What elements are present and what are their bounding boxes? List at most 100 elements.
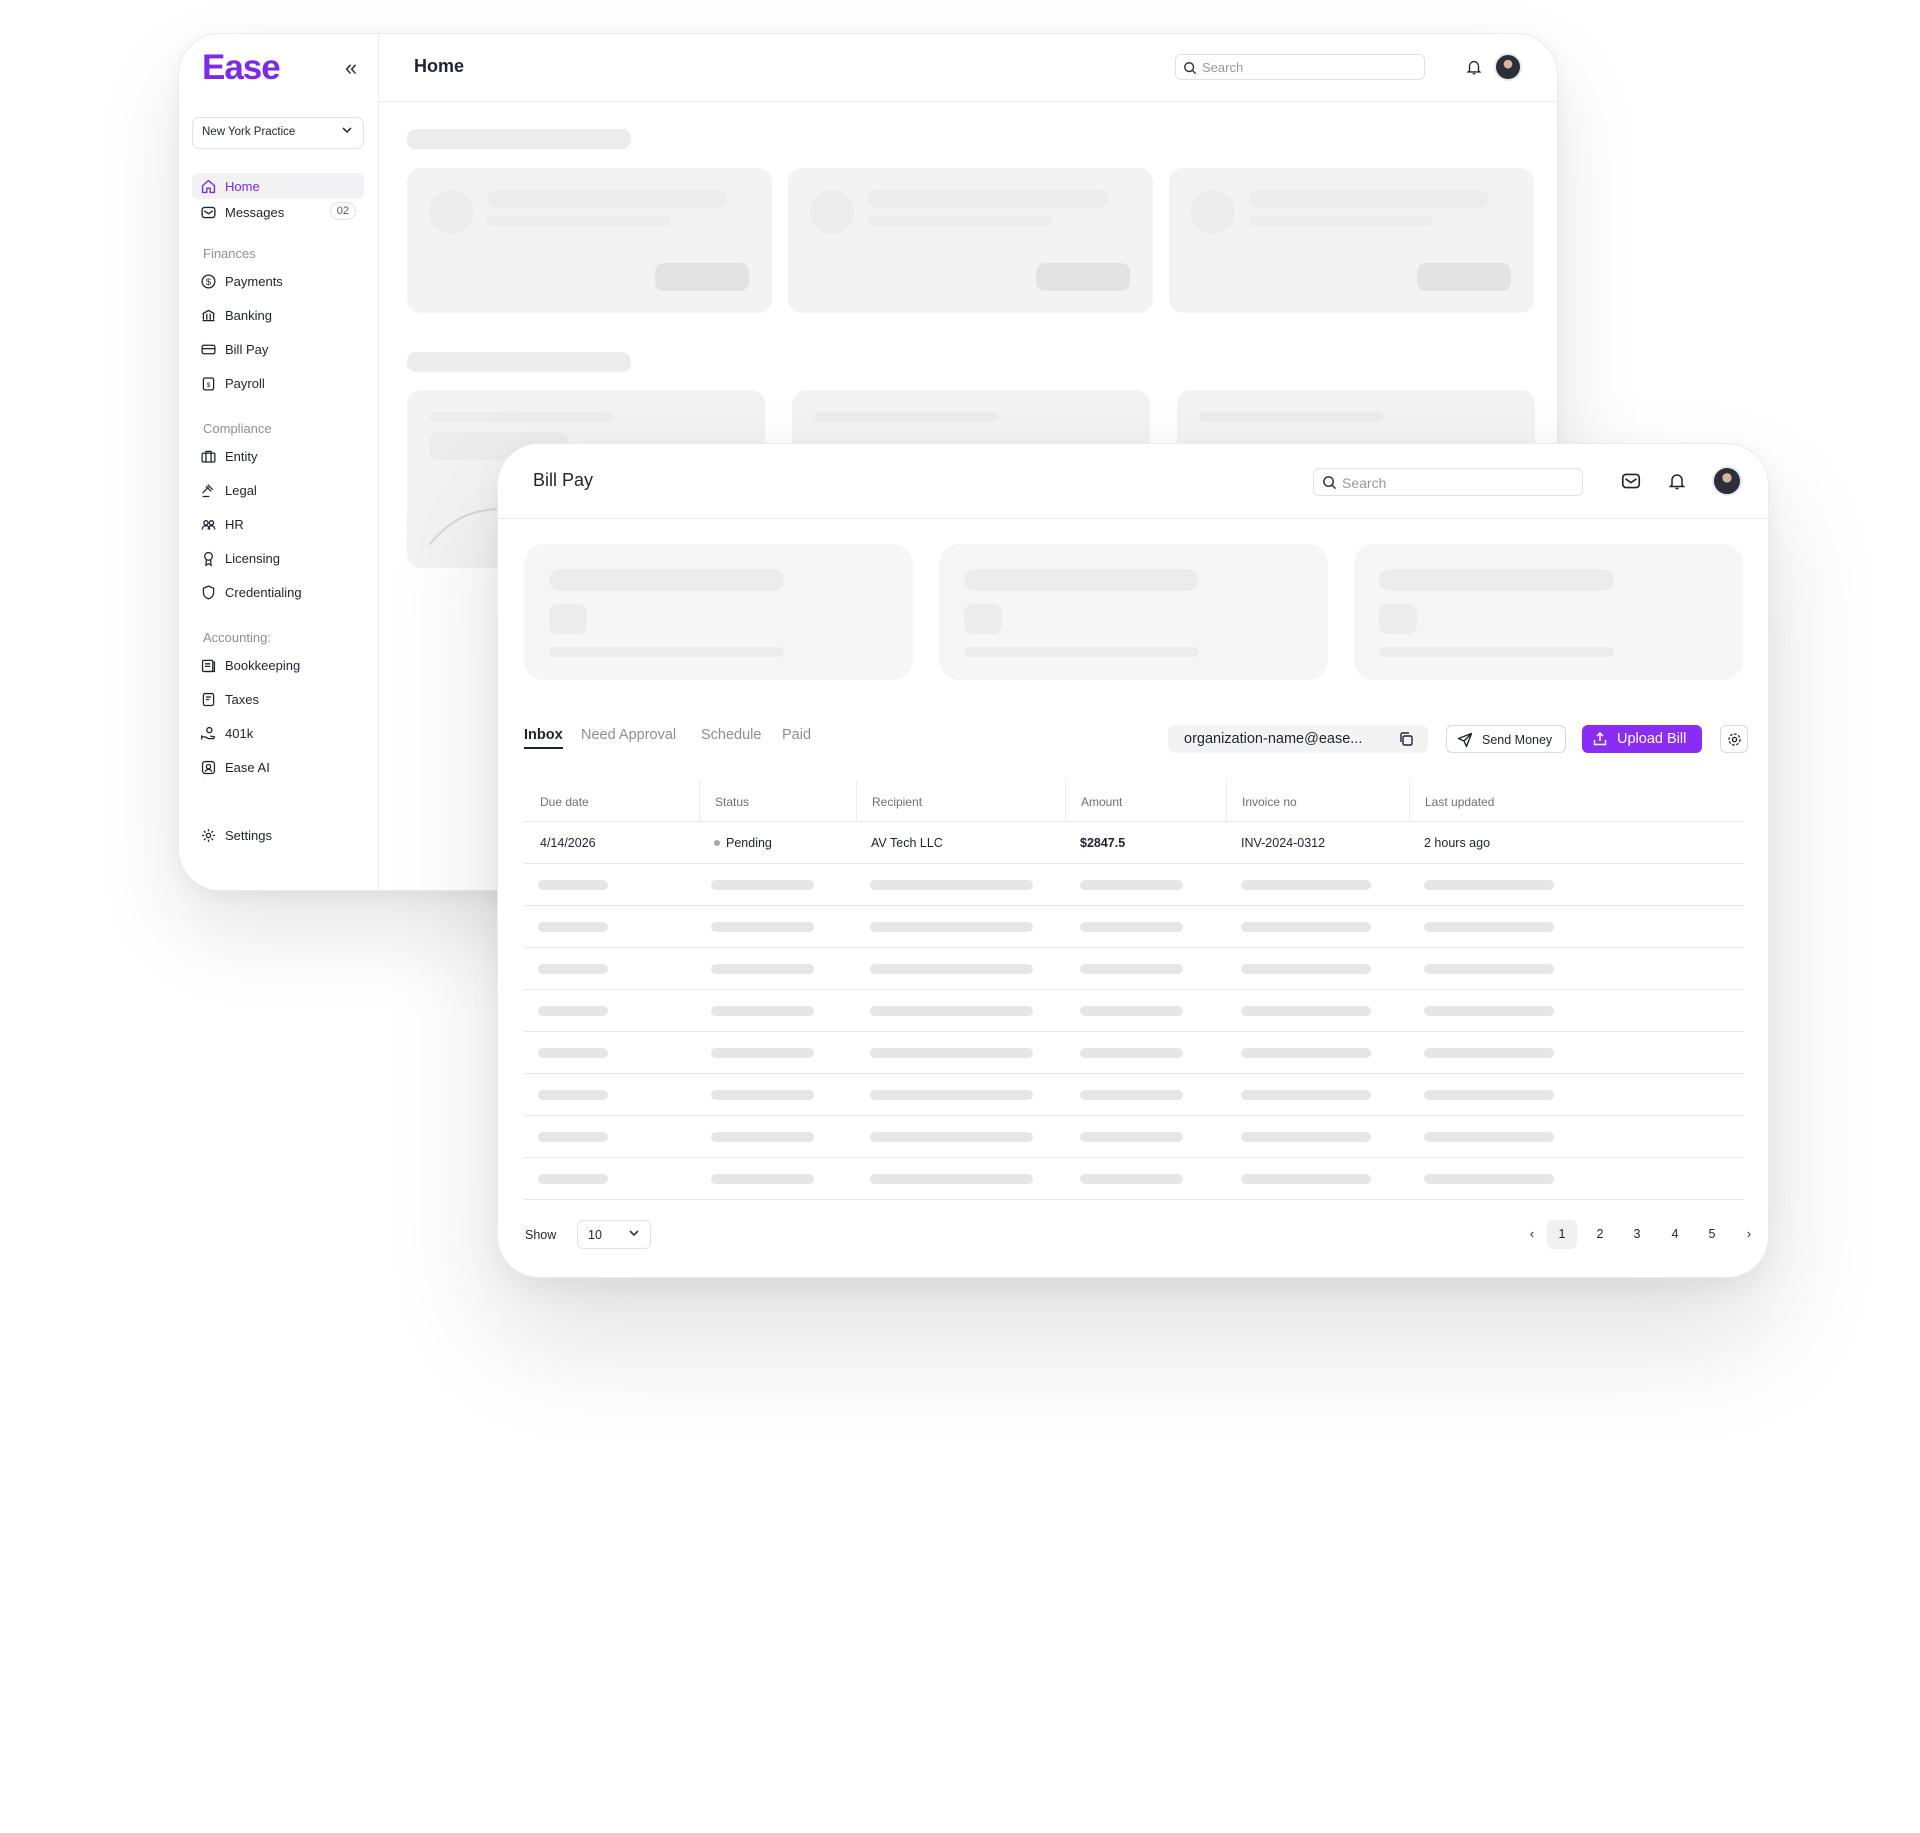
gear-icon — [1728, 733, 1741, 746]
send-money-button[interactable]: Send Money — [1446, 725, 1566, 753]
skeleton-cell — [1080, 1174, 1183, 1184]
sidebar-item-taxes[interactable]: Taxes — [192, 686, 364, 712]
skeleton-table-row — [524, 1074, 1744, 1116]
skeleton-table-row — [524, 1116, 1744, 1158]
bill-inbox-email[interactable]: organization-name@ease... — [1168, 725, 1428, 753]
cell-status: Pending — [714, 836, 772, 850]
avatar[interactable] — [1712, 466, 1742, 496]
bell-icon[interactable] — [1667, 471, 1687, 491]
skeleton-cell — [1241, 1090, 1371, 1100]
skeleton-cell — [1080, 1132, 1183, 1142]
skeleton-cell — [1241, 880, 1371, 890]
gavel-icon — [202, 483, 214, 497]
sidebar-item-label: Licensing — [225, 550, 280, 566]
tab-paid[interactable]: Paid — [782, 727, 811, 743]
sidebar: Ease « New York Practice Home Messages 0… — [179, 34, 379, 890]
skeleton-cell — [538, 964, 608, 974]
dollar-icon: $ — [201, 273, 216, 289]
gear-icon — [202, 828, 215, 842]
pagination-page-2[interactable]: 2 — [1585, 1220, 1615, 1249]
sidebar-item-label: Bill Pay — [225, 341, 269, 357]
sidebar-item-label: Payroll — [225, 375, 265, 391]
sidebar-item-ease-ai[interactable]: Ease AI — [192, 754, 364, 780]
page-size-select[interactable]: 10 — [577, 1220, 651, 1249]
receipt-icon — [202, 692, 215, 706]
pagination-page-5[interactable]: 5 — [1697, 1220, 1727, 1249]
skeleton-cell — [870, 880, 1033, 890]
sidebar-item-401k[interactable]: 401k — [192, 720, 364, 746]
page-size-value: 10 — [588, 1228, 602, 1242]
column-header-recipient[interactable]: Recipient — [856, 780, 1065, 822]
pagination-prev[interactable]: ‹ — [1517, 1220, 1547, 1249]
tab-inbox[interactable]: Inbox — [524, 727, 563, 749]
column-header-due-date[interactable]: Due date — [524, 780, 699, 822]
copy-icon[interactable] — [1398, 731, 1414, 747]
avatar[interactable] — [1494, 53, 1522, 81]
sidebar-item-bookkeeping[interactable]: Bookkeeping — [192, 652, 364, 678]
column-header-status[interactable]: Status — [699, 780, 856, 822]
upload-bill-button[interactable]: Upload Bill — [1582, 725, 1702, 753]
skeleton-cell — [870, 1048, 1033, 1058]
cell-invoice-no: INV-2024-0312 — [1241, 836, 1326, 850]
column-header-invoice-no[interactable]: Invoice no — [1226, 780, 1409, 822]
skeleton-table-row — [524, 1032, 1744, 1074]
tab-need-approval[interactable]: Need Approval — [581, 727, 676, 743]
tab-schedule[interactable]: Schedule — [701, 727, 761, 743]
search-input[interactable]: Search — [1313, 468, 1583, 496]
sidebar-item-entity[interactable]: Entity — [192, 443, 364, 469]
sidebar-item-payments[interactable]: $ Payments — [192, 268, 364, 294]
sidebar-item-settings[interactable]: Settings — [192, 822, 364, 848]
skeleton-cell — [870, 922, 1033, 932]
sidebar-item-bill-pay[interactable]: Bill Pay — [192, 336, 364, 362]
search-input[interactable]: Search — [1175, 54, 1425, 80]
pagination-page-1[interactable]: 1 — [1547, 1220, 1577, 1249]
sidebar-item-messages[interactable]: Messages 02 — [192, 199, 364, 225]
table-row[interactable]: 4/14/2026 Pending AV Tech LLC $2847.5 IN… — [524, 822, 1744, 864]
sidebar-item-home[interactable]: Home — [192, 173, 364, 199]
skeleton-cell — [1241, 922, 1371, 932]
sidebar-item-banking[interactable]: Banking — [192, 302, 364, 328]
column-header-last-updated[interactable]: Last updated — [1409, 780, 1744, 822]
skeleton-card — [407, 168, 772, 313]
skeleton-cell — [1424, 964, 1554, 974]
skeleton-cell — [1080, 1006, 1183, 1016]
sidebar-item-label: Settings — [225, 827, 272, 843]
skeleton-card — [939, 544, 1328, 680]
skeleton-cell — [711, 1006, 814, 1016]
pagination-page-3[interactable]: 3 — [1622, 1220, 1652, 1249]
mail-icon[interactable] — [1620, 470, 1642, 492]
collapse-sidebar-icon[interactable]: « — [345, 55, 357, 81]
pagination-page-4[interactable]: 4 — [1660, 1220, 1690, 1249]
email-text: organization-name@ease... — [1184, 731, 1363, 747]
skeleton-heading — [407, 129, 631, 149]
sidebar-item-label: Credentialing — [225, 584, 302, 600]
sidebar-item-hr[interactable]: HR — [192, 511, 364, 537]
column-header-amount[interactable]: Amount — [1065, 780, 1226, 822]
practice-selector[interactable]: New York Practice — [192, 117, 364, 149]
sidebar-item-legal[interactable]: Legal — [192, 477, 364, 503]
skeleton-cell — [870, 1132, 1033, 1142]
settings-button[interactable] — [1720, 725, 1748, 753]
pagination-next[interactable]: › — [1734, 1220, 1764, 1249]
skeleton-cell — [870, 964, 1033, 974]
page-title: Bill Pay — [533, 470, 594, 490]
skeleton-cell — [1241, 1132, 1371, 1142]
sidebar-item-credentialing[interactable]: Credentialing — [192, 579, 364, 605]
sidebar-item-payroll[interactable]: $ Payroll — [192, 370, 364, 396]
practice-selector-label: New York Practice — [202, 126, 296, 138]
skeleton-card — [788, 168, 1153, 313]
bell-icon[interactable] — [1465, 58, 1483, 76]
ai-icon — [201, 760, 216, 774]
chevron-down-icon — [628, 1227, 640, 1242]
skeleton-table-row — [524, 906, 1744, 948]
table-header: Due date Status Recipient Amount Invoice… — [524, 780, 1744, 822]
ease-logo[interactable]: Ease — [202, 48, 281, 88]
skeleton-table-row — [524, 864, 1744, 906]
sidebar-item-label: Bookkeeping — [225, 657, 301, 673]
send-icon — [1457, 732, 1473, 748]
page-title: Home — [414, 56, 465, 76]
hand-coin-icon — [201, 726, 216, 739]
sidebar-item-licensing[interactable]: Licensing — [192, 545, 364, 571]
messages-count-badge: 02 — [329, 202, 356, 220]
skeleton-cell — [1241, 1174, 1371, 1184]
